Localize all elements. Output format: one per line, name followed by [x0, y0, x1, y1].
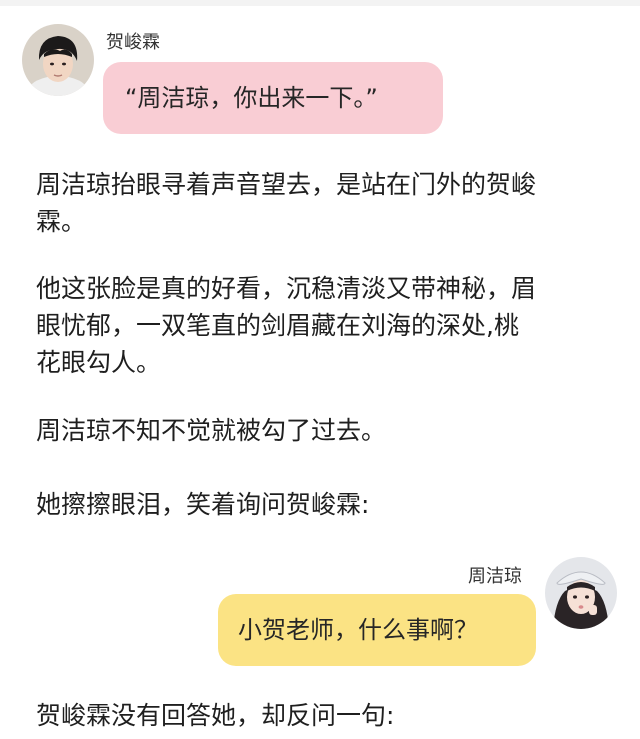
- avatar-zhou-jieqiong[interactable]: [545, 557, 617, 629]
- story-paragraph: 周洁琼抬眼寻着声音望去，是站在门外的贺峻 霖。: [36, 170, 537, 236]
- story-paragraph: 她擦擦眼泪，笑着询问贺峻霖:: [36, 490, 370, 519]
- message-bubble-left[interactable]: “周洁琼，你出来一下。”: [103, 62, 443, 134]
- avatar-he-junlin[interactable]: [22, 24, 94, 96]
- story-paragraph: 贺峻霖没有回答她，却反问一句:: [36, 701, 395, 730]
- avatar-boy-icon: [22, 24, 94, 96]
- message-text: “周洁琼，你出来一下。”: [125, 84, 378, 112]
- story-paragraph: 他这张脸是真的好看，沉稳清淡又带神秘，眉 眼忧郁，一双笔直的剑眉藏在刘海的深处,桃…: [36, 274, 537, 377]
- story-paragraph: 周洁琼不知不觉就被勾了过去。: [36, 416, 387, 445]
- message-text: 小贺老师，什么事啊？: [238, 616, 478, 644]
- top-divider: [0, 0, 640, 6]
- message-bubble-right[interactable]: 小贺老师，什么事啊？: [218, 594, 536, 666]
- sender-name: 贺峻霖: [106, 32, 160, 53]
- sender-name: 周洁琼: [468, 566, 522, 587]
- avatar-girl-icon: [545, 557, 617, 629]
